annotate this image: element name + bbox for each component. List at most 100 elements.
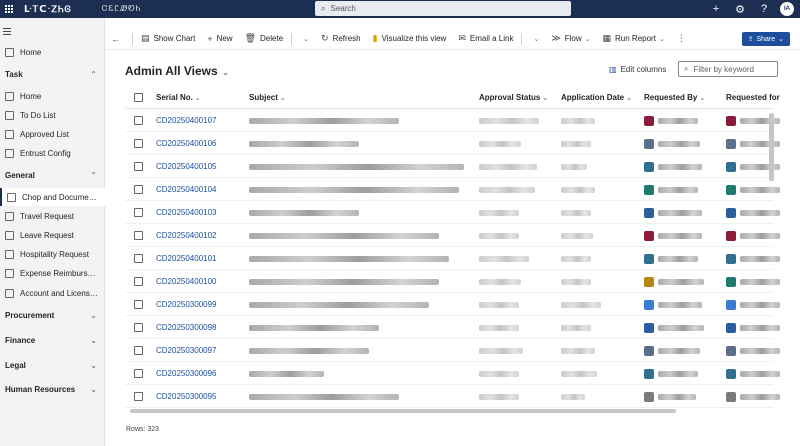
edit-columns-button[interactable]: ▥ Edit columns <box>609 65 666 74</box>
sidebar-item-task-home[interactable]: Home <box>0 87 105 105</box>
requested-by-link[interactable] <box>658 278 704 285</box>
requested-for-link[interactable] <box>740 232 780 239</box>
requested-for-link[interactable] <box>740 209 780 216</box>
sidebar-item-to-do-list[interactable]: To Do List <box>0 106 105 124</box>
table-row[interactable]: CD20250300096 <box>125 362 780 385</box>
app-launcher-icon[interactable] <box>0 0 18 18</box>
requested-for-link[interactable] <box>740 324 780 331</box>
horizontal-scrollbar[interactable] <box>130 409 676 413</box>
gear-icon[interactable]: ⚙ <box>728 3 752 16</box>
requested-for-link[interactable] <box>740 255 780 262</box>
table-row[interactable]: CD20250400100 <box>125 270 780 293</box>
serial-no-link[interactable]: CD20250300096 <box>156 369 217 378</box>
row-checkbox[interactable] <box>134 369 143 378</box>
requested-by-link[interactable] <box>658 163 702 170</box>
sidebar-item-entrust-config[interactable]: Entrust Config <box>0 144 105 162</box>
requested-for-link[interactable] <box>740 370 780 377</box>
requested-by-link[interactable] <box>658 370 698 377</box>
table-row[interactable]: CD20250300099 <box>125 293 780 316</box>
requested-for-link[interactable] <box>740 140 780 147</box>
row-checkbox[interactable] <box>134 323 143 332</box>
row-checkbox[interactable] <box>134 208 143 217</box>
filter-input[interactable]: ⌕ Filter by keyword <box>678 61 778 77</box>
requested-for-link[interactable] <box>740 393 780 400</box>
requested-by-link[interactable] <box>658 324 704 331</box>
sidebar-group-general[interactable]: General ⌃ <box>0 166 105 184</box>
delete-dropdown-button[interactable]: ⌄ <box>294 28 315 50</box>
flow-button[interactable]: ≫ Flow ⌄ <box>545 28 596 50</box>
more-commands-button[interactable]: ⋮ <box>671 28 696 50</box>
requested-by-link[interactable] <box>658 393 696 400</box>
show-chart-button[interactable]: ▤ Show Chart <box>135 28 201 50</box>
serial-no-link[interactable]: CD20250400107 <box>156 116 217 125</box>
column-header-requested-by[interactable]: Requested By ⌄ <box>644 86 724 109</box>
requested-for-link[interactable] <box>740 301 780 308</box>
view-selector[interactable]: Admin All Views ⌄ <box>125 64 229 78</box>
row-checkbox[interactable] <box>134 392 143 401</box>
help-icon[interactable]: ? <box>752 3 776 15</box>
requested-by-link[interactable] <box>658 301 702 308</box>
table-row[interactable]: CD20250300098 <box>125 316 780 339</box>
serial-no-link[interactable]: CD20250300098 <box>156 323 217 332</box>
column-header-serial-no[interactable]: Serial No. ⌄ <box>156 86 244 109</box>
table-row[interactable]: CD20250400105 <box>125 155 780 178</box>
serial-no-link[interactable]: CD20250300095 <box>156 392 217 401</box>
sidebar-item-account-and-license[interactable]: Account and License... <box>0 284 105 302</box>
sidebar-group-human-resources[interactable]: Human Resources ⌄ <box>0 380 105 398</box>
requested-by-link[interactable] <box>658 255 698 262</box>
row-checkbox[interactable] <box>134 162 143 171</box>
global-search-input[interactable]: ⌕ Search <box>315 1 571 16</box>
sidebar-item-hospitality-request[interactable]: Hospitality Request <box>0 245 105 263</box>
requested-for-link[interactable] <box>740 347 780 354</box>
row-checkbox[interactable] <box>134 139 143 148</box>
table-row[interactable]: CD20250400107 <box>125 109 780 132</box>
requested-by-link[interactable] <box>658 347 700 354</box>
row-checkbox[interactable] <box>134 346 143 355</box>
table-row[interactable]: CD20250400103 <box>125 201 780 224</box>
requested-by-link[interactable] <box>658 186 698 193</box>
table-row[interactable]: CD20250400106 <box>125 132 780 155</box>
visualize-view-button[interactable]: ▮ Visualize this view <box>367 28 453 50</box>
serial-no-link[interactable]: CD20250400101 <box>156 254 217 263</box>
requested-by-link[interactable] <box>658 140 700 147</box>
hamburger-menu-icon[interactable] <box>3 28 11 37</box>
column-header-requested-for[interactable]: Requested for <box>726 86 786 109</box>
serial-no-link[interactable]: CD20250400102 <box>156 231 217 240</box>
row-checkbox[interactable] <box>134 231 143 240</box>
share-button[interactable]: ⇪ Share ⌄ <box>741 32 790 46</box>
table-row[interactable]: CD20250400101 <box>125 247 780 270</box>
add-icon[interactable]: + <box>704 3 728 15</box>
app-title[interactable]: ᒷᎢᑕᐧᏃᏂᎶ <box>24 4 72 15</box>
serial-no-link[interactable]: CD20250400103 <box>156 208 217 217</box>
sidebar-item-travel-request[interactable]: Travel Request <box>0 207 105 225</box>
email-link-dropdown-button[interactable]: ⌄ <box>524 28 545 50</box>
requested-by-link[interactable] <box>658 209 702 216</box>
new-button[interactable]: + New <box>201 28 238 50</box>
delete-button[interactable]: 🗑 Delete <box>239 28 290 50</box>
column-header-application-date[interactable]: Application Date ⌄ <box>561 86 639 109</box>
serial-no-link[interactable]: CD20250300097 <box>156 346 217 355</box>
table-row[interactable]: CD20250400104 <box>125 178 780 201</box>
requested-for-link[interactable] <box>740 278 780 285</box>
email-link-button[interactable]: ✉ Email a Link <box>452 28 519 50</box>
column-header-approval-status[interactable]: Approval Status ⌄ <box>479 86 557 109</box>
vertical-scrollbar[interactable] <box>769 113 774 181</box>
run-report-button[interactable]: ▦ Run Report ⌄ <box>597 28 671 50</box>
row-checkbox[interactable] <box>134 277 143 286</box>
row-checkbox[interactable] <box>134 300 143 309</box>
sidebar-item-expense-reimburse[interactable]: Expense Reimburse... <box>0 264 105 282</box>
select-all-checkbox[interactable] <box>134 93 143 102</box>
row-checkbox[interactable] <box>134 254 143 263</box>
table-row[interactable]: CD20250400102 <box>125 224 780 247</box>
row-checkbox[interactable] <box>134 116 143 125</box>
row-checkbox[interactable] <box>134 185 143 194</box>
sidebar-item-approved-list[interactable]: Approved List <box>0 125 105 143</box>
sidebar-item-chop-and-document[interactable]: Chop and Document... <box>0 188 105 206</box>
column-header-subject[interactable]: Subject ⌄ <box>249 86 474 109</box>
sidebar-group-finance[interactable]: Finance ⌄ <box>0 331 105 349</box>
sidebar-item-home[interactable]: Home <box>0 43 105 61</box>
serial-no-link[interactable]: CD20250300099 <box>156 300 217 309</box>
sidebar-item-leave-request[interactable]: Leave Request <box>0 226 105 244</box>
back-button[interactable]: ← <box>105 28 130 50</box>
requested-by-link[interactable] <box>658 232 702 239</box>
